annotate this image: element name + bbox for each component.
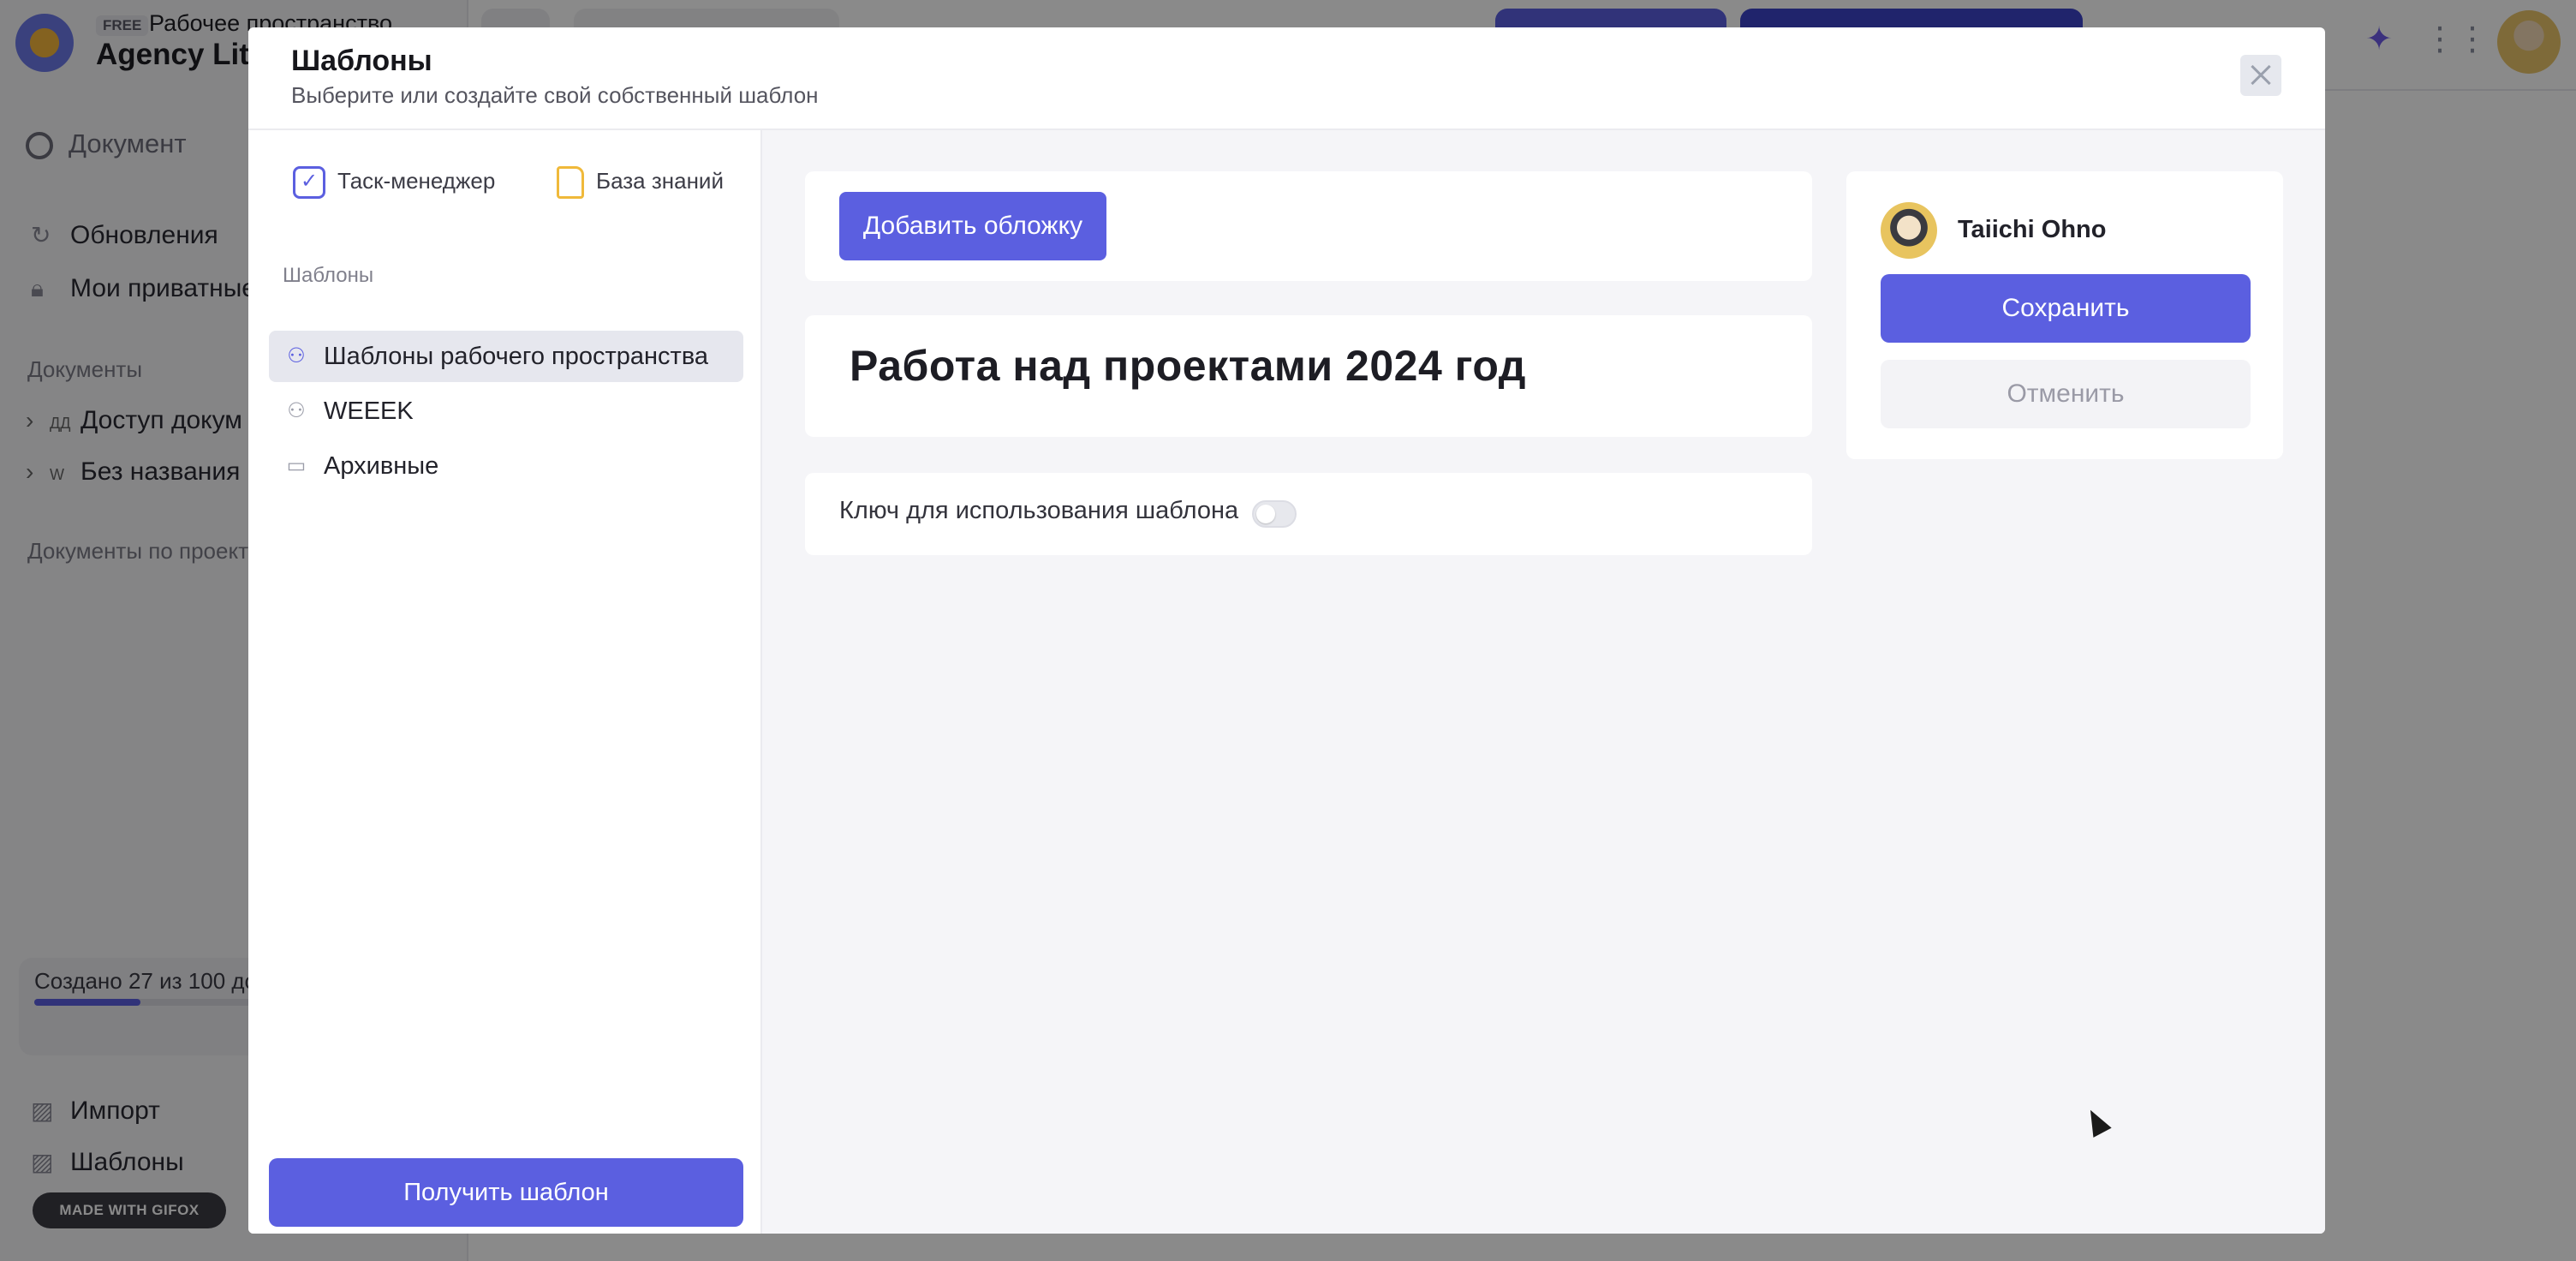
archive-icon: ▭: [286, 454, 307, 477]
cover-card: Добавить обложку: [805, 171, 1812, 281]
title-card: Работа над проектами 2024 год: [805, 315, 1812, 437]
template-editor: Добавить обложку Работа над проектами 20…: [762, 130, 2325, 1234]
tab-label: Таск-менеджер: [337, 167, 496, 194]
template-group-workspace[interactable]: ⚇ Шаблоны рабочего пространства: [269, 331, 743, 382]
templates-modal: Шаблоны Выберите или создайте свой собст…: [248, 27, 2325, 1234]
cancel-button[interactable]: Отменить: [1881, 360, 2251, 428]
tab-knowledge-base[interactable]: База знаний: [557, 166, 724, 199]
document-title[interactable]: Работа над проектами 2024 год: [850, 341, 1526, 391]
close-icon[interactable]: [2240, 55, 2281, 96]
modal-subtitle: Выберите или создайте свой собственный ш…: [291, 82, 819, 108]
get-template-button[interactable]: Получить шаблон: [269, 1158, 743, 1227]
author-name: Taiichi Ohno: [1958, 216, 2107, 243]
template-group-weeek[interactable]: ⚇ WEEEK: [269, 385, 743, 437]
template-group-label: WEEEK: [324, 397, 414, 425]
template-key-toggle[interactable]: [1252, 500, 1297, 528]
tab-task-manager[interactable]: Таск-менеджер: [293, 166, 495, 199]
document-icon: [557, 166, 584, 199]
modal-header: Шаблоны Выберите или создайте свой собст…: [248, 27, 2325, 130]
template-key-card: Ключ для использования шаблона: [805, 473, 1812, 555]
template-group-label: Архивные: [324, 452, 439, 480]
users-icon: ⚇: [287, 399, 306, 422]
templates-section-label: Шаблоны: [283, 264, 374, 287]
template-group-archived[interactable]: ▭ Архивные: [269, 440, 743, 492]
templates-sidebar: Таск-менеджер База знаний Шаблоны ⚇ Шабл…: [248, 130, 762, 1234]
add-cover-button[interactable]: Добавить обложку: [839, 192, 1106, 260]
toggle-knob: [1256, 505, 1275, 523]
avatar: [1881, 202, 1937, 259]
tab-label: База знаний: [596, 167, 724, 194]
users-icon: ⚇: [287, 344, 306, 368]
save-button[interactable]: Сохранить: [1881, 274, 2251, 343]
modal-title: Шаблоны: [291, 45, 432, 77]
template-key-label: Ключ для использования шаблона: [839, 497, 1239, 524]
checkbox-icon: [293, 166, 325, 199]
author-actions-card: Taiichi Ohno Сохранить Отменить: [1846, 171, 2283, 459]
template-group-label: Шаблоны рабочего пространства: [324, 343, 709, 370]
